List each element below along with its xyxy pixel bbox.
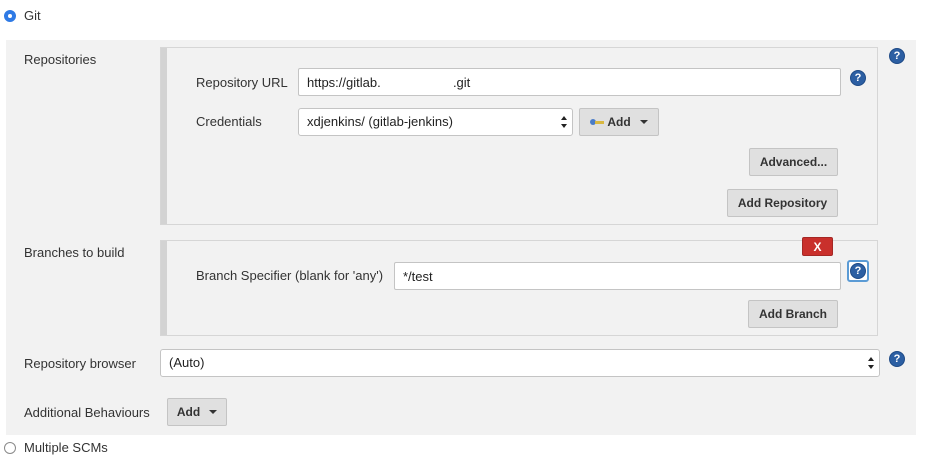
credentials-select-value: xdjenkins/ (gitlab-jenkins): [307, 114, 453, 129]
repository-browser-label: Repository browser: [24, 356, 136, 371]
add-branch-button[interactable]: Add Branch: [748, 300, 838, 328]
branch-specifier-help-icon[interactable]: ?: [850, 263, 866, 279]
advanced-button[interactable]: Advanced...: [749, 148, 838, 176]
additional-behaviours-add-label: Add: [176, 405, 201, 419]
credentials-add-button[interactable]: Add: [579, 108, 659, 136]
select-arrows-icon: [867, 355, 875, 371]
repository-browser-select[interactable]: (Auto): [160, 349, 880, 377]
git-radio-label: Git: [24, 8, 41, 23]
repository-browser-value: (Auto): [169, 355, 205, 370]
multiple-scms-label: Multiple SCMs: [24, 440, 108, 455]
additional-behaviours-label: Additional Behaviours: [24, 405, 150, 420]
credentials-select[interactable]: xdjenkins/ (gitlab-jenkins): [298, 108, 573, 136]
repository-browser-help-icon[interactable]: ?: [889, 351, 905, 367]
delete-branch-button[interactable]: X: [802, 237, 833, 256]
branch-specifier-input[interactable]: [394, 262, 841, 290]
repository-url-input[interactable]: [298, 68, 841, 96]
credentials-label: Credentials: [196, 114, 262, 129]
repositories-label: Repositories: [24, 52, 97, 67]
repository-url-help-icon[interactable]: ?: [850, 70, 866, 86]
select-arrows-icon: [560, 114, 568, 130]
branches-label: Branches to build: [24, 245, 125, 260]
branch-specifier-label: Branch Specifier (blank for 'any'): [196, 268, 384, 283]
caret-down-icon: [639, 120, 648, 124]
caret-down-icon: [209, 410, 218, 414]
repository-url-label: Repository URL: [196, 75, 288, 90]
git-radio[interactable]: [4, 10, 16, 22]
key-icon: [590, 118, 605, 126]
repository-block-drag-bar[interactable]: [161, 48, 167, 224]
branch-block-drag-bar[interactable]: [161, 241, 167, 335]
multiple-scms-radio[interactable]: [4, 442, 16, 454]
additional-behaviours-add-button[interactable]: Add: [167, 398, 227, 426]
repositories-help-icon[interactable]: ?: [889, 48, 905, 64]
credentials-add-label: Add: [607, 115, 631, 129]
add-repository-button[interactable]: Add Repository: [727, 189, 838, 217]
